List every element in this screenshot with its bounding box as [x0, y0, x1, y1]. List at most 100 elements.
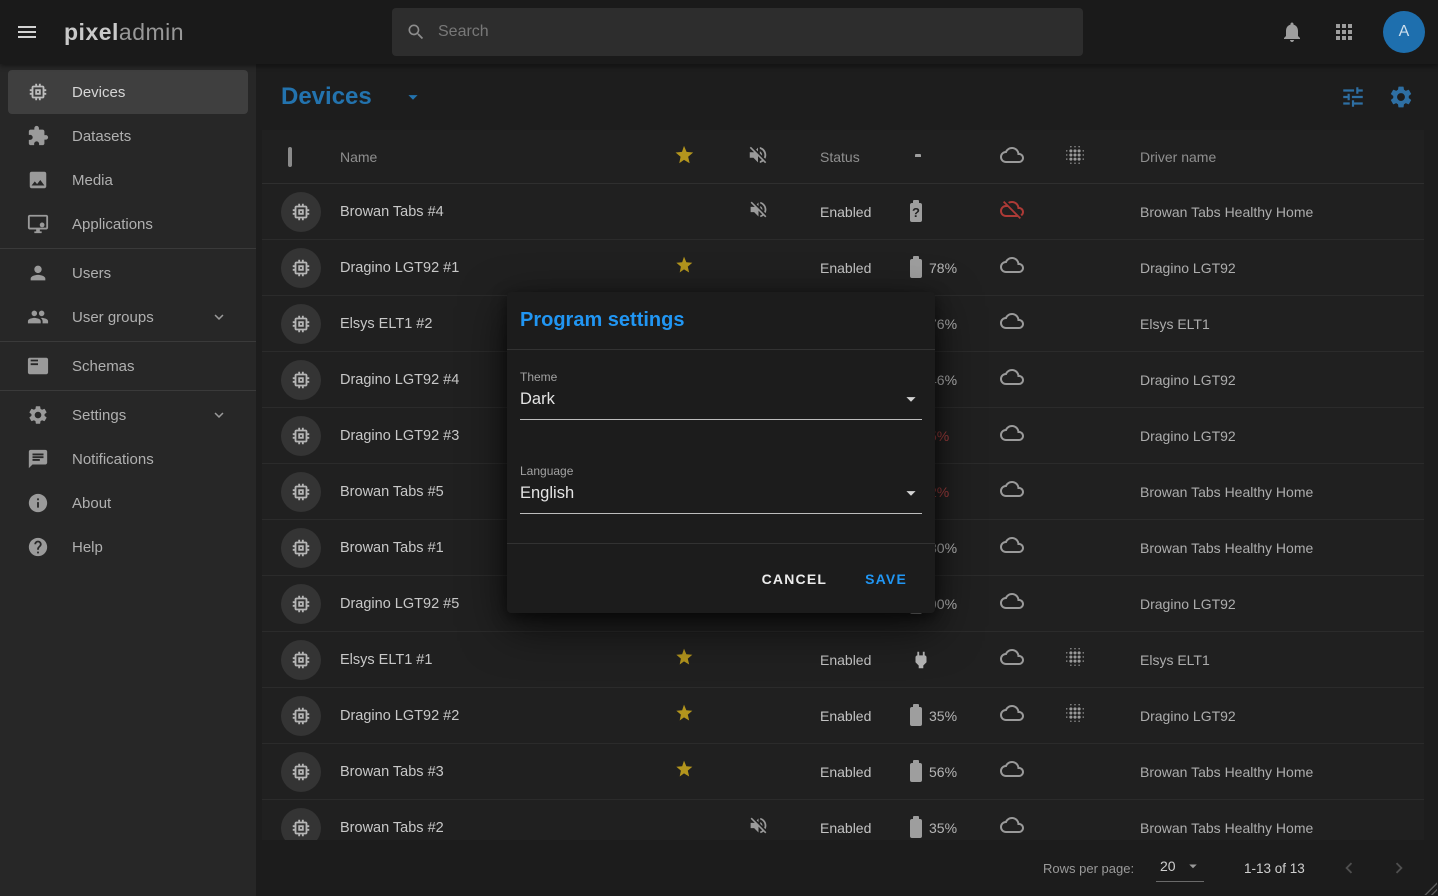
gear-icon: [27, 404, 49, 426]
rows-per-page-select[interactable]: 20: [1156, 855, 1204, 882]
sidebar-item-label: User groups: [72, 309, 154, 326]
chevron-down-icon: [210, 406, 228, 424]
schema-card-icon: [27, 355, 49, 377]
user-avatar[interactable]: A: [1383, 11, 1425, 53]
sidebar-item-users[interactable]: Users: [8, 251, 248, 295]
grid-dots-icon: [1064, 646, 1086, 668]
settings-gear-icon[interactable]: [1388, 84, 1414, 110]
chip-icon: [290, 817, 312, 839]
language-label: Language: [520, 464, 922, 478]
dialog-footer: CANCEL SAVE: [507, 543, 935, 613]
sidebar-item-help[interactable]: Help: [8, 525, 248, 569]
table-row[interactable]: Dragino LGT92 #2Enabled35%Dragino LGT92: [262, 688, 1424, 744]
sidebar-divider: [0, 390, 256, 391]
sidebar-item-label: Settings: [72, 407, 126, 424]
sidebar-item-label: Users: [72, 265, 111, 282]
resize-grip[interactable]: [1423, 881, 1437, 895]
apps-grid-icon[interactable]: [1332, 20, 1356, 44]
driver-name: Dragino LGT92: [1108, 708, 1424, 724]
cloud-icon: [1000, 813, 1024, 837]
memory-icon: [27, 81, 49, 103]
device-avatar: [281, 472, 321, 512]
select-all-checkbox[interactable]: [288, 147, 292, 167]
status-text: Enabled: [798, 708, 886, 724]
grid-dots-icon: [1064, 702, 1086, 724]
muted-volume-off-icon: [748, 199, 769, 220]
sidebar-item-label: Devices: [72, 84, 125, 101]
sidebar-item-label: Datasets: [72, 128, 131, 145]
people-icon: [27, 306, 49, 328]
sidebar-item-settings[interactable]: Settings: [8, 393, 248, 437]
person-icon: [27, 262, 49, 284]
chip-icon: [290, 481, 312, 503]
info-icon: [27, 492, 49, 514]
previous-page-chevron-icon[interactable]: [1338, 857, 1360, 879]
favorite-star-icon[interactable]: [674, 703, 694, 723]
search-bar[interactable]: [392, 8, 1083, 56]
sidebar-item-media[interactable]: Media: [8, 158, 248, 202]
device-name: Browan Tabs #2: [340, 820, 650, 836]
rows-per-page-dropdown-icon: [1184, 857, 1202, 875]
table-row[interactable]: Dragino LGT92 #1Enabled78%Dragino LGT92: [262, 240, 1424, 296]
chip-icon: [290, 201, 312, 223]
device-avatar: [281, 416, 321, 456]
sidebar-item-devices[interactable]: Devices: [8, 70, 248, 114]
image-icon: [27, 169, 49, 191]
search-input[interactable]: [438, 23, 1069, 41]
menu-icon[interactable]: [15, 20, 39, 44]
cloud-icon: [1000, 421, 1024, 445]
favorite-star-icon[interactable]: [674, 647, 694, 667]
table-header-row: Name Status Driver name: [262, 130, 1424, 184]
device-avatar: [281, 528, 321, 568]
driver-name: Browan Tabs Healthy Home: [1108, 204, 1424, 220]
device-avatar: [281, 584, 321, 624]
sidebar-item-applications[interactable]: Applications: [8, 202, 248, 246]
page-range-label: 1-13 of 13: [1244, 861, 1305, 876]
theme-select[interactable]: Dark: [520, 388, 922, 420]
favorite-star-icon[interactable]: [674, 759, 694, 779]
battery-icon: [910, 707, 922, 726]
dialog-title: Program settings: [520, 309, 684, 332]
table-row[interactable]: Browan Tabs #3Enabled56%Browan Tabs Heal…: [262, 744, 1424, 800]
program-settings-dialog: Program settings Theme Dark Language Eng…: [507, 292, 935, 613]
language-select[interactable]: English: [520, 482, 922, 514]
cloud-icon: [1000, 477, 1024, 501]
cloud-icon: [1000, 365, 1024, 389]
battery-unknown-icon: [910, 203, 922, 222]
cloud-icon: [1000, 701, 1024, 725]
save-button[interactable]: SAVE: [865, 571, 907, 587]
logo-light: admin: [119, 19, 184, 45]
chip-icon: [290, 593, 312, 615]
table-row[interactable]: Browan Tabs #4 Enabled Browan Tabs Healthy…: [262, 184, 1424, 240]
cloud-icon: [1000, 757, 1024, 781]
device-name: Elsys ELT1 #1: [340, 652, 650, 668]
sidebar-item-notifications[interactable]: Notifications: [8, 437, 248, 481]
logo-bold: pixel: [64, 19, 119, 45]
cancel-button[interactable]: CANCEL: [762, 571, 828, 587]
sidebar-item-datasets[interactable]: Datasets: [8, 114, 248, 158]
search-icon: [406, 22, 426, 42]
chip-icon: [290, 313, 312, 335]
sidebar-item-about[interactable]: About: [8, 481, 248, 525]
table-row[interactable]: Elsys ELT1 #1EnabledElsys ELT1: [262, 632, 1424, 688]
device-avatar: [281, 696, 321, 736]
grid-dots-column-icon: [1064, 144, 1086, 166]
apps-gear-icon: [27, 213, 49, 235]
notifications-bell-icon[interactable]: [1280, 20, 1304, 44]
favorite-column-star-icon: [673, 144, 695, 166]
favorite-star-icon[interactable]: [674, 255, 694, 275]
device-avatar: [281, 360, 321, 400]
chip-icon: [290, 537, 312, 559]
sidebar-divider: [0, 248, 256, 249]
page-title-dropdown-icon[interactable]: [402, 86, 424, 108]
sidebar-item-user-groups[interactable]: User groups: [8, 295, 248, 339]
sidebar-item-label: Media: [72, 172, 113, 189]
sidebar-item-schemas[interactable]: Schemas: [8, 344, 248, 388]
table-row[interactable]: Browan Tabs #2Enabled35%Browan Tabs Heal…: [262, 800, 1424, 840]
status-text: Enabled: [798, 204, 886, 220]
filter-tune-icon[interactable]: [1340, 84, 1366, 110]
next-page-chevron-icon[interactable]: [1388, 857, 1410, 879]
device-name: Browan Tabs #4: [340, 204, 650, 220]
sidebar-item-label: Help: [72, 539, 103, 556]
driver-name: Dragino LGT92: [1108, 372, 1424, 388]
